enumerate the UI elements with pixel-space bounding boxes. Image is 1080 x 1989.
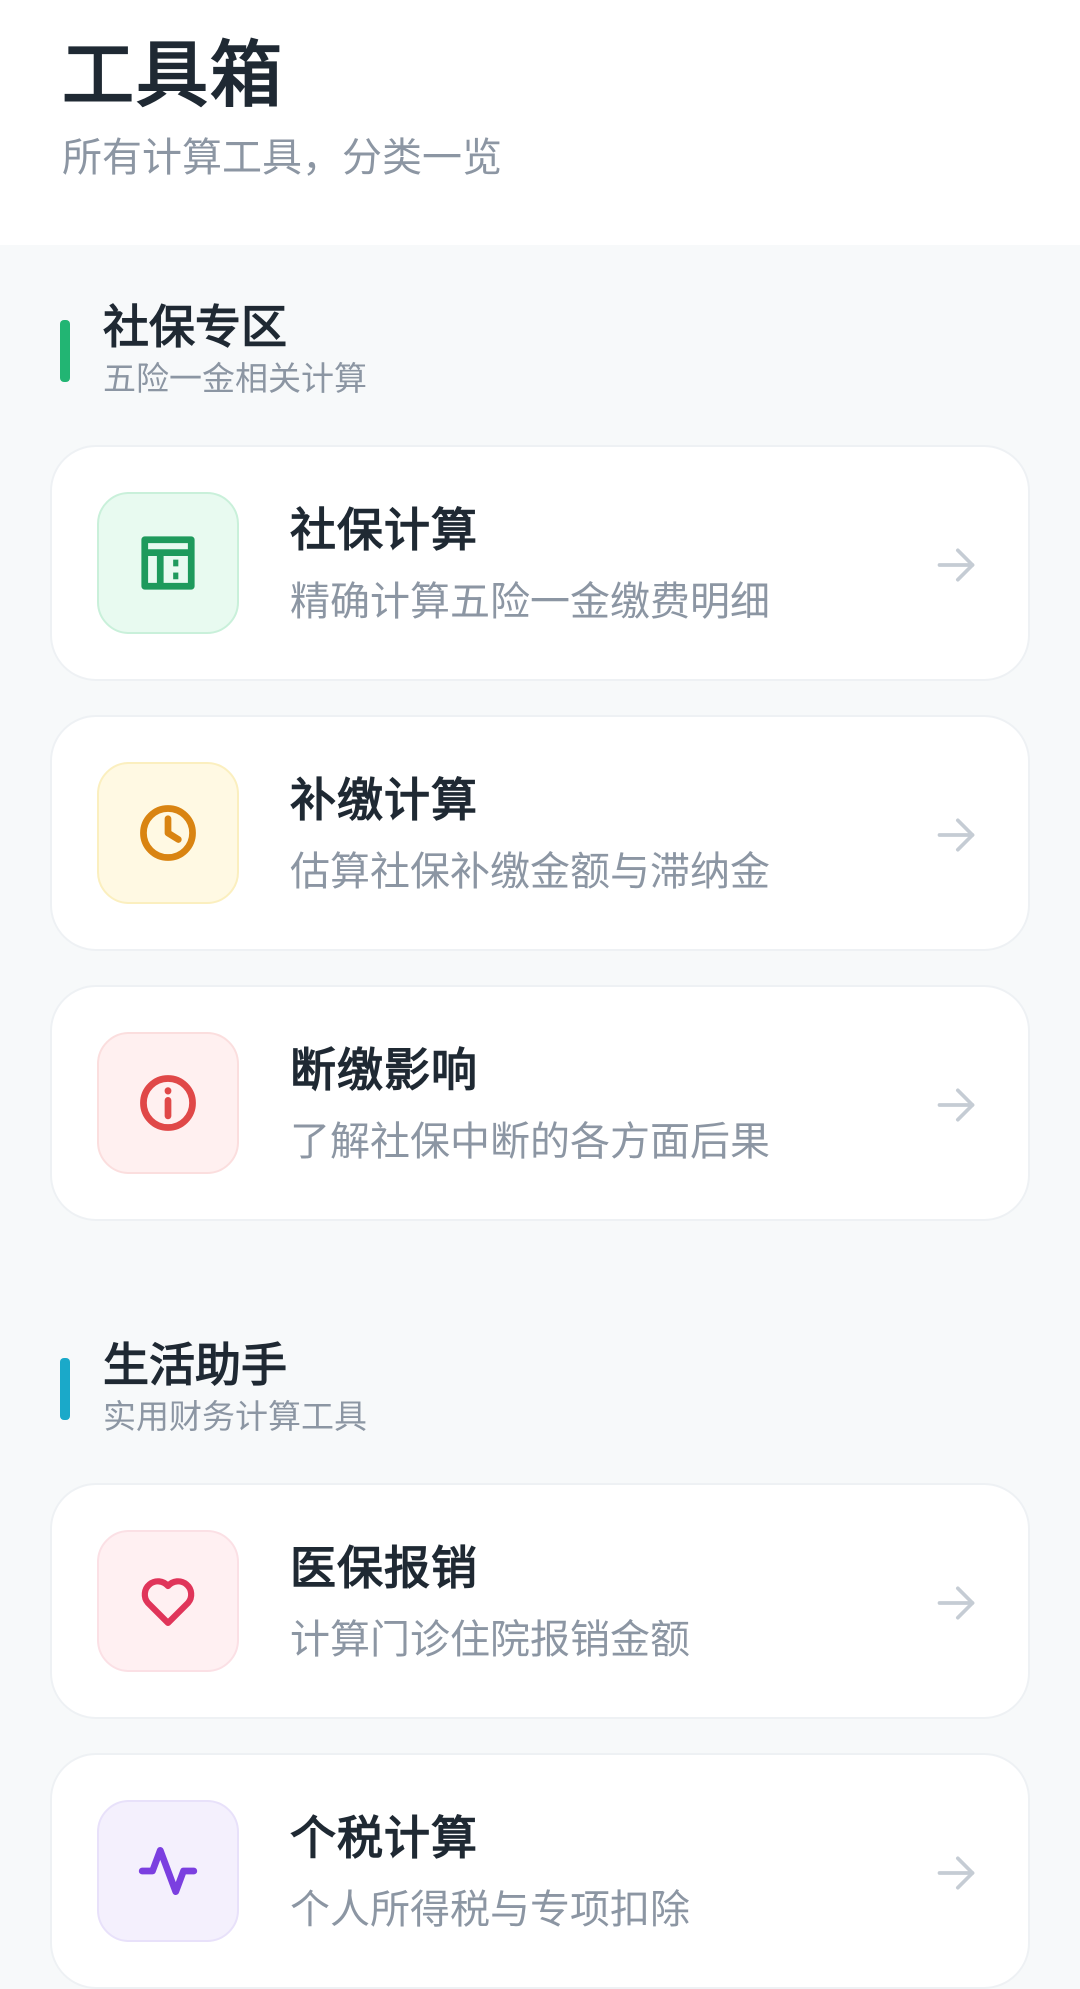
section-accent-bar (60, 1358, 70, 1420)
info-icon (140, 1075, 196, 1131)
tool-card-income-tax-calc[interactable]: 个税计算 个人所得税与专项扣除 (50, 1753, 1030, 1989)
page-title: 工具箱 (62, 33, 285, 117)
card-description: 计算门诊住院报销金额 (290, 1617, 690, 1663)
arrow-right-icon (937, 1586, 975, 1620)
card-title: 断缴影响 (290, 1043, 478, 1097)
clock-icon (140, 805, 196, 861)
tool-card-back-payment-calc[interactable]: 补缴计算 估算社保补缴金额与滞纳金 (50, 715, 1030, 951)
card-title: 补缴计算 (290, 773, 478, 827)
section-subtitle: 五险一金相关计算 (103, 359, 367, 398)
arrow-right-icon (937, 818, 975, 852)
section-title: 社保专区 (103, 300, 287, 354)
card-title: 个税计算 (290, 1811, 478, 1865)
card-title: 医保报销 (290, 1541, 478, 1595)
arrow-right-icon (937, 1088, 975, 1122)
card-description: 个人所得税与专项扣除 (290, 1887, 690, 1933)
tool-card-medical-reimbursement[interactable]: 医保报销 计算门诊住院报销金额 (50, 1483, 1030, 1719)
card-description: 精确计算五险一金缴费明细 (290, 579, 770, 625)
heart-icon (141, 1578, 195, 1627)
page-subtitle: 所有计算工具，分类一览 (62, 135, 502, 181)
section-title: 生活助手 (103, 1338, 287, 1392)
section-accent-bar (60, 320, 70, 382)
page-header: 工具箱 所有计算工具，分类一览 (0, 0, 1080, 245)
card-description: 估算社保补缴金额与滞纳金 (290, 849, 770, 895)
card-icon-wrap (97, 1032, 239, 1174)
arrow-right-icon (937, 548, 975, 582)
card-icon-wrap (97, 1800, 239, 1942)
tool-card-interruption-impact[interactable]: 断缴影响 了解社保中断的各方面后果 (50, 985, 1030, 1221)
card-title: 社保计算 (290, 503, 478, 557)
card-icon-wrap (97, 492, 239, 634)
arrow-right-icon (937, 1856, 975, 1890)
table-icon (141, 536, 195, 590)
card-description: 了解社保中断的各方面后果 (290, 1119, 770, 1165)
card-icon-wrap (97, 762, 239, 904)
tool-card-social-security-calc[interactable]: 社保计算 精确计算五险一金缴费明细 (50, 445, 1030, 681)
pulse-icon (138, 1846, 198, 1896)
section-subtitle: 实用财务计算工具 (103, 1397, 367, 1436)
card-icon-wrap (97, 1530, 239, 1672)
